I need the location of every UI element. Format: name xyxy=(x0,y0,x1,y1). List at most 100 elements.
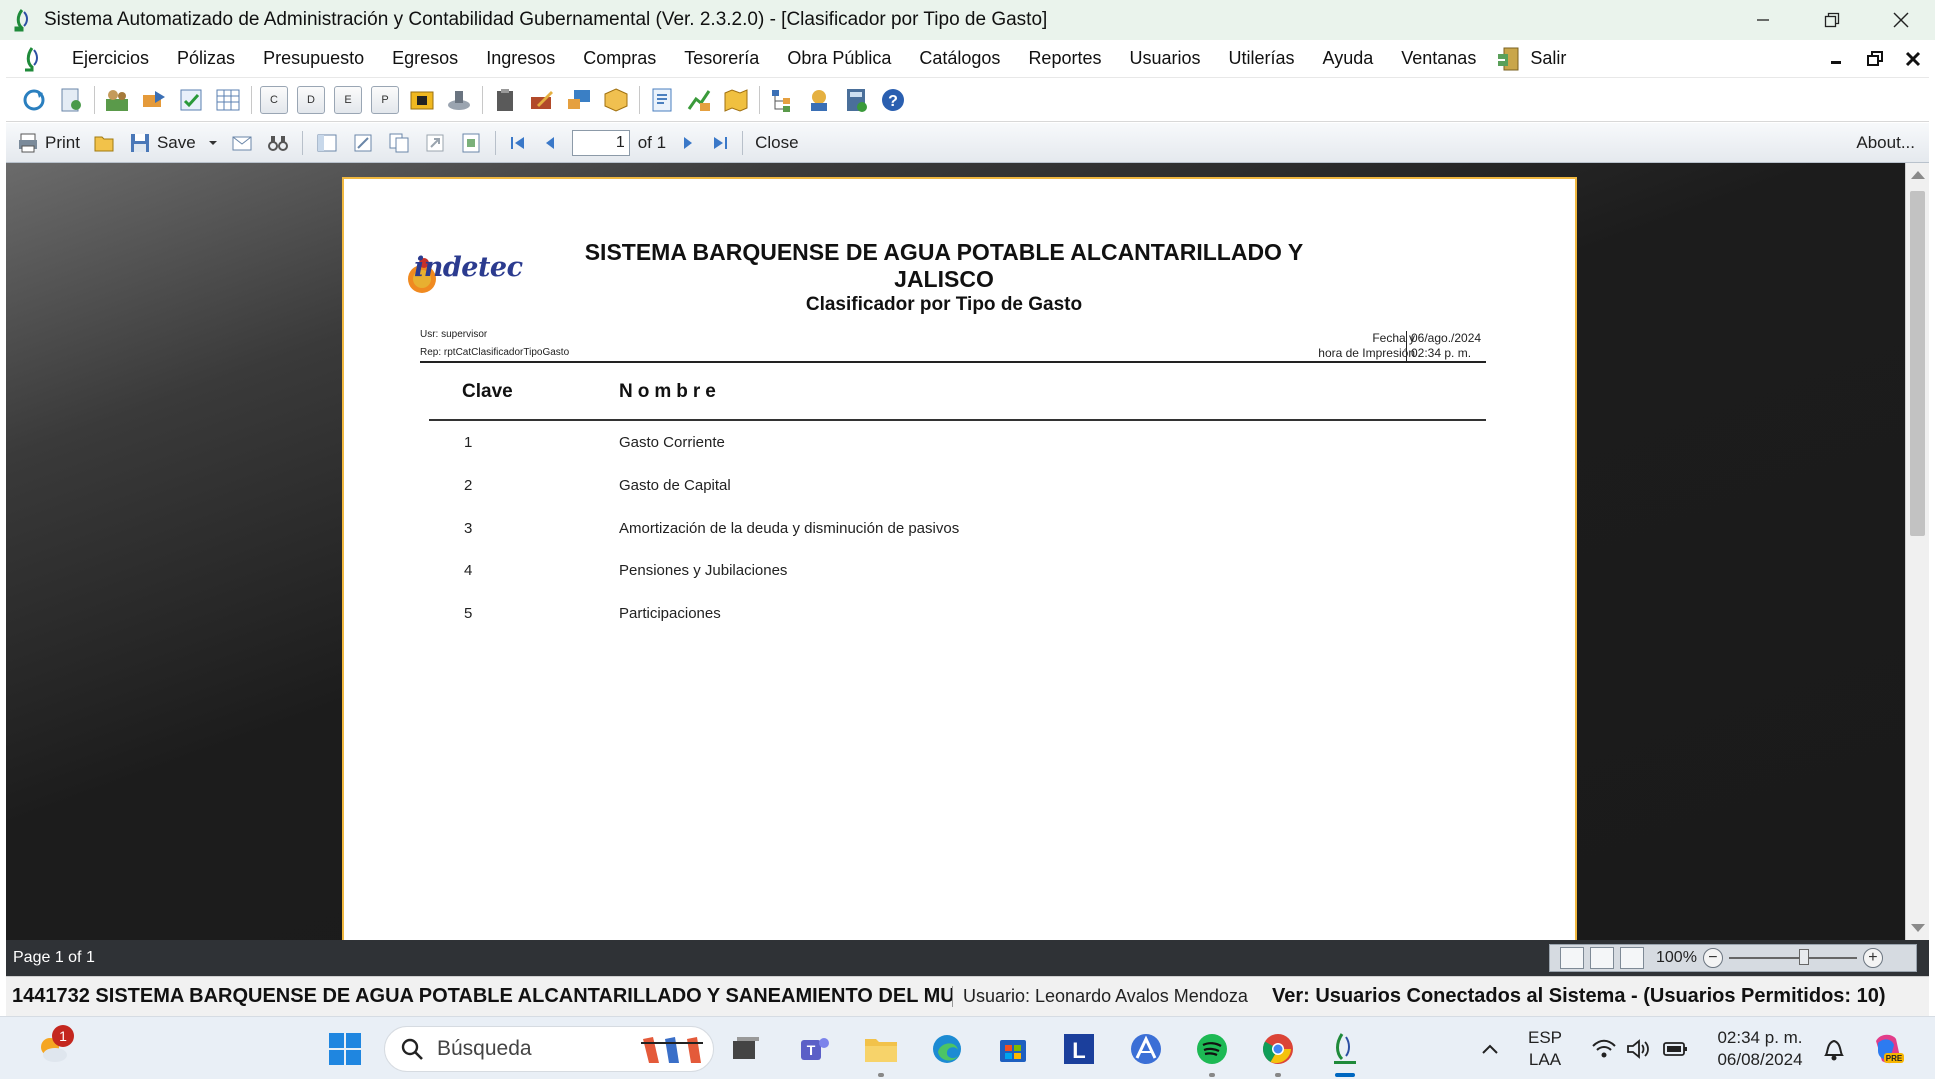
zoom-slider[interactable] xyxy=(1728,949,1857,965)
scroll-up-icon[interactable] xyxy=(1911,171,1925,179)
task-view-icon[interactable] xyxy=(725,1029,765,1069)
export-arrow-icon xyxy=(423,131,447,155)
arc-app-icon[interactable] xyxy=(1126,1029,1166,1069)
zoom-out-button[interactable]: − xyxy=(1702,948,1723,968)
tree-structure-icon[interactable] xyxy=(768,86,796,114)
scroll-down-icon[interactable] xyxy=(1911,924,1925,932)
copy-button[interactable] xyxy=(387,131,411,155)
child-minimize-button[interactable] xyxy=(1827,49,1847,69)
menu-ventanas[interactable]: Ventanas xyxy=(1387,48,1490,69)
l-app-icon[interactable]: L xyxy=(1059,1029,1099,1069)
edge-browser-icon[interactable] xyxy=(927,1029,967,1069)
refresh-icon[interactable] xyxy=(20,86,48,114)
clipboard-icon[interactable] xyxy=(491,86,519,114)
d-document-icon[interactable]: D xyxy=(297,85,325,114)
checklist-icon[interactable] xyxy=(177,86,205,114)
about-button[interactable]: About... xyxy=(1856,133,1915,153)
grid-table-icon[interactable] xyxy=(214,86,242,114)
single-page-icon[interactable] xyxy=(1590,947,1614,969)
user-key-icon[interactable] xyxy=(805,86,833,114)
minimize-button[interactable] xyxy=(1728,0,1797,40)
stamp-icon[interactable] xyxy=(445,86,473,114)
menu-egresos[interactable]: Egresos xyxy=(378,48,472,69)
close-report-button[interactable]: Close xyxy=(755,133,798,153)
calculator-icon[interactable] xyxy=(842,86,870,114)
menu-utilerias[interactable]: Utilerías xyxy=(1215,48,1309,69)
save-button[interactable]: Save xyxy=(128,131,196,155)
restore-button[interactable] xyxy=(1797,0,1866,40)
maps-icon[interactable] xyxy=(722,86,750,114)
export-button[interactable] xyxy=(423,131,447,155)
copilot-icon[interactable]: PRE xyxy=(1868,1029,1908,1069)
scrollbar-thumb[interactable] xyxy=(1910,191,1925,536)
clock[interactable]: 02:34 p. m. 06/08/2024 xyxy=(1702,1027,1818,1071)
email-button[interactable] xyxy=(230,131,254,155)
page-setup-button[interactable] xyxy=(459,131,483,155)
last-page-button[interactable] xyxy=(710,133,730,153)
status-connected-users[interactable]: Ver: Usuarios Conectados al Sistema - (U… xyxy=(1272,985,1886,1008)
file-explorer-icon[interactable] xyxy=(861,1029,901,1069)
parameters-button[interactable] xyxy=(351,131,375,155)
page-number-input[interactable]: 1 xyxy=(571,129,630,156)
microsoft-store-icon[interactable] xyxy=(993,1029,1033,1069)
fit-page-icon[interactable] xyxy=(1560,947,1584,969)
notification-bell-icon[interactable] xyxy=(1814,1029,1854,1069)
document-settings-icon[interactable] xyxy=(57,86,85,114)
app-menu-icon[interactable] xyxy=(20,44,46,74)
row-clave: 1 xyxy=(464,434,473,451)
zoom-slider-thumb[interactable] xyxy=(1798,949,1809,965)
menu-salir[interactable]: Salir xyxy=(1490,46,1580,72)
menu-obra-publica[interactable]: Obra Pública xyxy=(773,48,905,69)
vertical-scrollbar[interactable] xyxy=(1905,163,1929,940)
report-document-icon[interactable] xyxy=(648,86,676,114)
menu-ejercicios[interactable]: Ejercicios xyxy=(58,48,163,69)
menu-presupuesto[interactable]: Presupuesto xyxy=(249,48,378,69)
child-restore-button[interactable] xyxy=(1865,49,1885,69)
menu-compras[interactable]: Compras xyxy=(569,48,670,69)
next-page-button[interactable] xyxy=(678,133,698,153)
users-group-icon[interactable] xyxy=(103,86,131,114)
report-org-title: SISTEMA BARQUENSE DE AGUA POTABLE ALCANT… xyxy=(544,239,1344,293)
first-page-button[interactable] xyxy=(508,133,528,153)
help-icon[interactable]: ? xyxy=(879,86,907,114)
child-close-button[interactable] xyxy=(1903,49,1923,69)
previous-page-button[interactable] xyxy=(540,133,560,153)
p-document-icon[interactable]: P xyxy=(371,85,399,114)
spotify-icon[interactable] xyxy=(1192,1029,1232,1069)
save-dropdown-button[interactable] xyxy=(208,139,218,147)
saacg-app-icon[interactable] xyxy=(1325,1029,1365,1069)
package-box-icon[interactable] xyxy=(602,86,630,114)
zoom-in-button[interactable]: + xyxy=(1862,948,1883,968)
e-document-icon[interactable]: E xyxy=(334,85,362,114)
menu-tesoreria[interactable]: Tesorería xyxy=(670,48,773,69)
chevron-up-icon[interactable] xyxy=(1470,1029,1510,1069)
status-organization: 1441732 SISTEMA BARQUENSE DE AGUA POTABL… xyxy=(12,985,952,1007)
menu-ayuda[interactable]: Ayuda xyxy=(1309,48,1388,69)
close-window-button[interactable] xyxy=(1866,0,1935,40)
p-folder-icon[interactable] xyxy=(408,86,436,114)
language-indicator[interactable]: ESP LAA xyxy=(1520,1027,1570,1071)
menu-reportes[interactable]: Reportes xyxy=(1014,48,1115,69)
pencil-edit-icon[interactable] xyxy=(528,86,556,114)
menu-polizas[interactable]: Pólizas xyxy=(163,48,249,69)
group-tree-button[interactable] xyxy=(315,131,339,155)
chart-tools-icon[interactable] xyxy=(685,86,713,114)
toolbar-separator xyxy=(639,85,640,114)
chrome-icon[interactable] xyxy=(1258,1029,1298,1069)
menu-usuarios[interactable]: Usuarios xyxy=(1115,48,1214,69)
find-button[interactable] xyxy=(266,131,290,155)
battery-icon[interactable] xyxy=(1656,1029,1696,1069)
teams-icon[interactable]: T xyxy=(794,1029,834,1069)
open-button[interactable] xyxy=(92,131,116,155)
print-button[interactable]: Print xyxy=(16,131,80,155)
continuous-page-icon[interactable] xyxy=(1620,947,1644,969)
menu-ingresos[interactable]: Ingresos xyxy=(472,48,569,69)
open-folder-icon xyxy=(92,131,116,155)
transfer-icon[interactable] xyxy=(140,86,168,114)
volume-icon[interactable] xyxy=(1618,1029,1658,1069)
taskbar-search[interactable]: Búsqueda xyxy=(384,1026,714,1072)
c-document-icon[interactable]: C xyxy=(260,85,288,114)
computer-network-icon[interactable] xyxy=(565,86,593,114)
menu-catalogos[interactable]: Catálogos xyxy=(905,48,1014,69)
start-windows-icon[interactable] xyxy=(325,1029,365,1069)
